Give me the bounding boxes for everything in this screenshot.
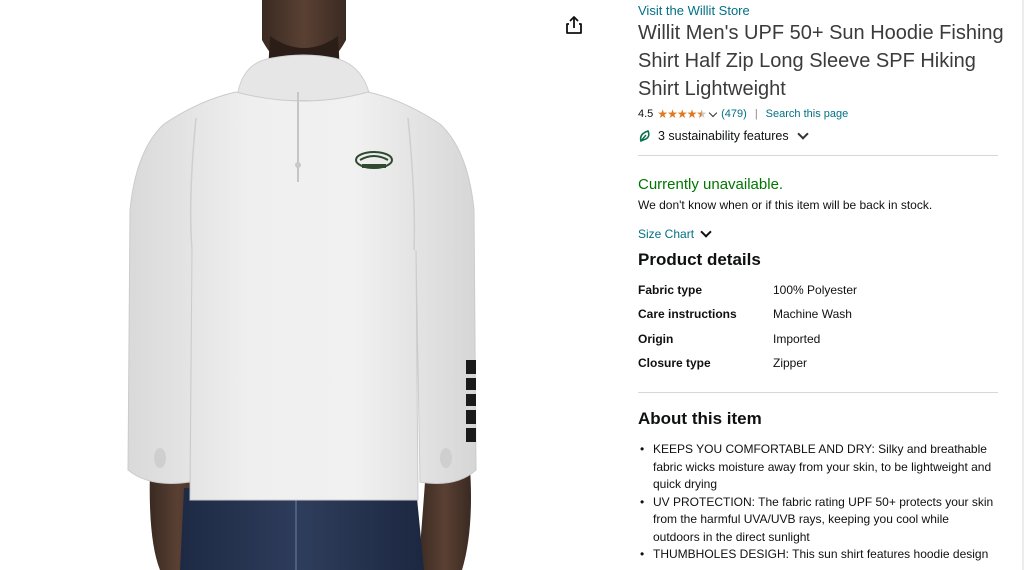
- product-details-table: Fabric type 100% Polyester Care instruct…: [638, 283, 998, 380]
- about-heading: About this item: [638, 409, 762, 428]
- detail-row: Care instructions Machine Wash: [638, 307, 998, 331]
- about-list: • KEEPS YOU COMFORTABLE AND DRY: Silky a…: [638, 441, 998, 564]
- stock-note: We don't know when or if this item will …: [638, 198, 933, 212]
- list-item: • KEEPS YOU COMFORTABLE AND DRY: Silky a…: [638, 441, 998, 494]
- detail-value: 100% Polyester: [773, 283, 858, 297]
- detail-value: Machine Wash: [773, 307, 852, 322]
- about-text: THUMBHOLES DESIGH: This sun shirt featur…: [653, 547, 989, 561]
- about-text: UV PROTECTION: The fabric rating UPF 50+…: [653, 494, 994, 544]
- sustainability-label: 3 sustainability features: [658, 129, 789, 143]
- about-text: KEEPS YOU COMFORTABLE AND DRY: Silky and…: [653, 442, 992, 491]
- panel-divider: [603, 0, 604, 570]
- detail-row: Fabric type 100% Polyester: [638, 283, 998, 307]
- separator: |: [754, 108, 758, 120]
- leaf-icon: [639, 130, 650, 143]
- bullet: •: [640, 494, 645, 509]
- star-icon: ★: [667, 107, 678, 121]
- chevron-down-icon: [796, 128, 809, 140]
- detail-key: Closure type: [638, 355, 711, 370]
- divider: [638, 155, 998, 156]
- detail-value: Zipper: [773, 355, 808, 370]
- rating-value: 4.5: [638, 108, 654, 120]
- list-item: • UV PROTECTION: The fabric rating UPF 5…: [638, 494, 998, 547]
- detail-key: Care instructions: [638, 307, 737, 322]
- search-this-page-link[interactable]: Search this page: [766, 108, 849, 120]
- bullet: •: [640, 547, 645, 561]
- share-button[interactable]: [559, 10, 589, 40]
- product-title: Willit Men's UPF 50+ Sun Hoodie Fishing …: [638, 22, 1004, 100]
- star-icon: ★: [676, 107, 688, 121]
- review-count-link[interactable]: (479): [721, 108, 747, 120]
- detail-key: Origin: [638, 331, 674, 346]
- detail-row: Closure type Zipper: [638, 356, 998, 380]
- product-image[interactable]: [0, 0, 603, 570]
- star-icon: ★: [657, 107, 668, 121]
- product-details-heading: Product details: [638, 250, 761, 269]
- store-link[interactable]: Visit the Willit Store: [638, 3, 750, 18]
- detail-row: Origin Imported: [638, 332, 998, 356]
- star-icon: ★: [686, 107, 698, 121]
- list-item: • THUMBHOLES DESIGH: This sun shirt feat…: [638, 546, 998, 564]
- size-chart-label: Size Chart: [638, 227, 695, 241]
- availability-status: Currently unavailable.: [638, 176, 784, 193]
- chevron-down-icon[interactable]: [708, 108, 718, 117]
- half-star-icon: ★: [696, 107, 707, 121]
- share-icon: [566, 16, 582, 34]
- product-image-panel[interactable]: [0, 0, 603, 570]
- detail-key: Fabric type: [638, 283, 703, 297]
- sustainability-features-toggle[interactable]: 3 sustainability features: [638, 128, 809, 143]
- chevron-down-icon: [700, 226, 712, 238]
- star-rating[interactable]: ★ ★ ★ ★ ★: [657, 107, 707, 121]
- size-chart-link[interactable]: Size Chart: [638, 226, 712, 241]
- divider: [638, 392, 998, 393]
- bullet: •: [640, 442, 645, 456]
- detail-value: Imported: [773, 331, 821, 346]
- rating-row: 4.5 ★ ★ ★ ★ ★ (479) | Search this page: [638, 106, 848, 122]
